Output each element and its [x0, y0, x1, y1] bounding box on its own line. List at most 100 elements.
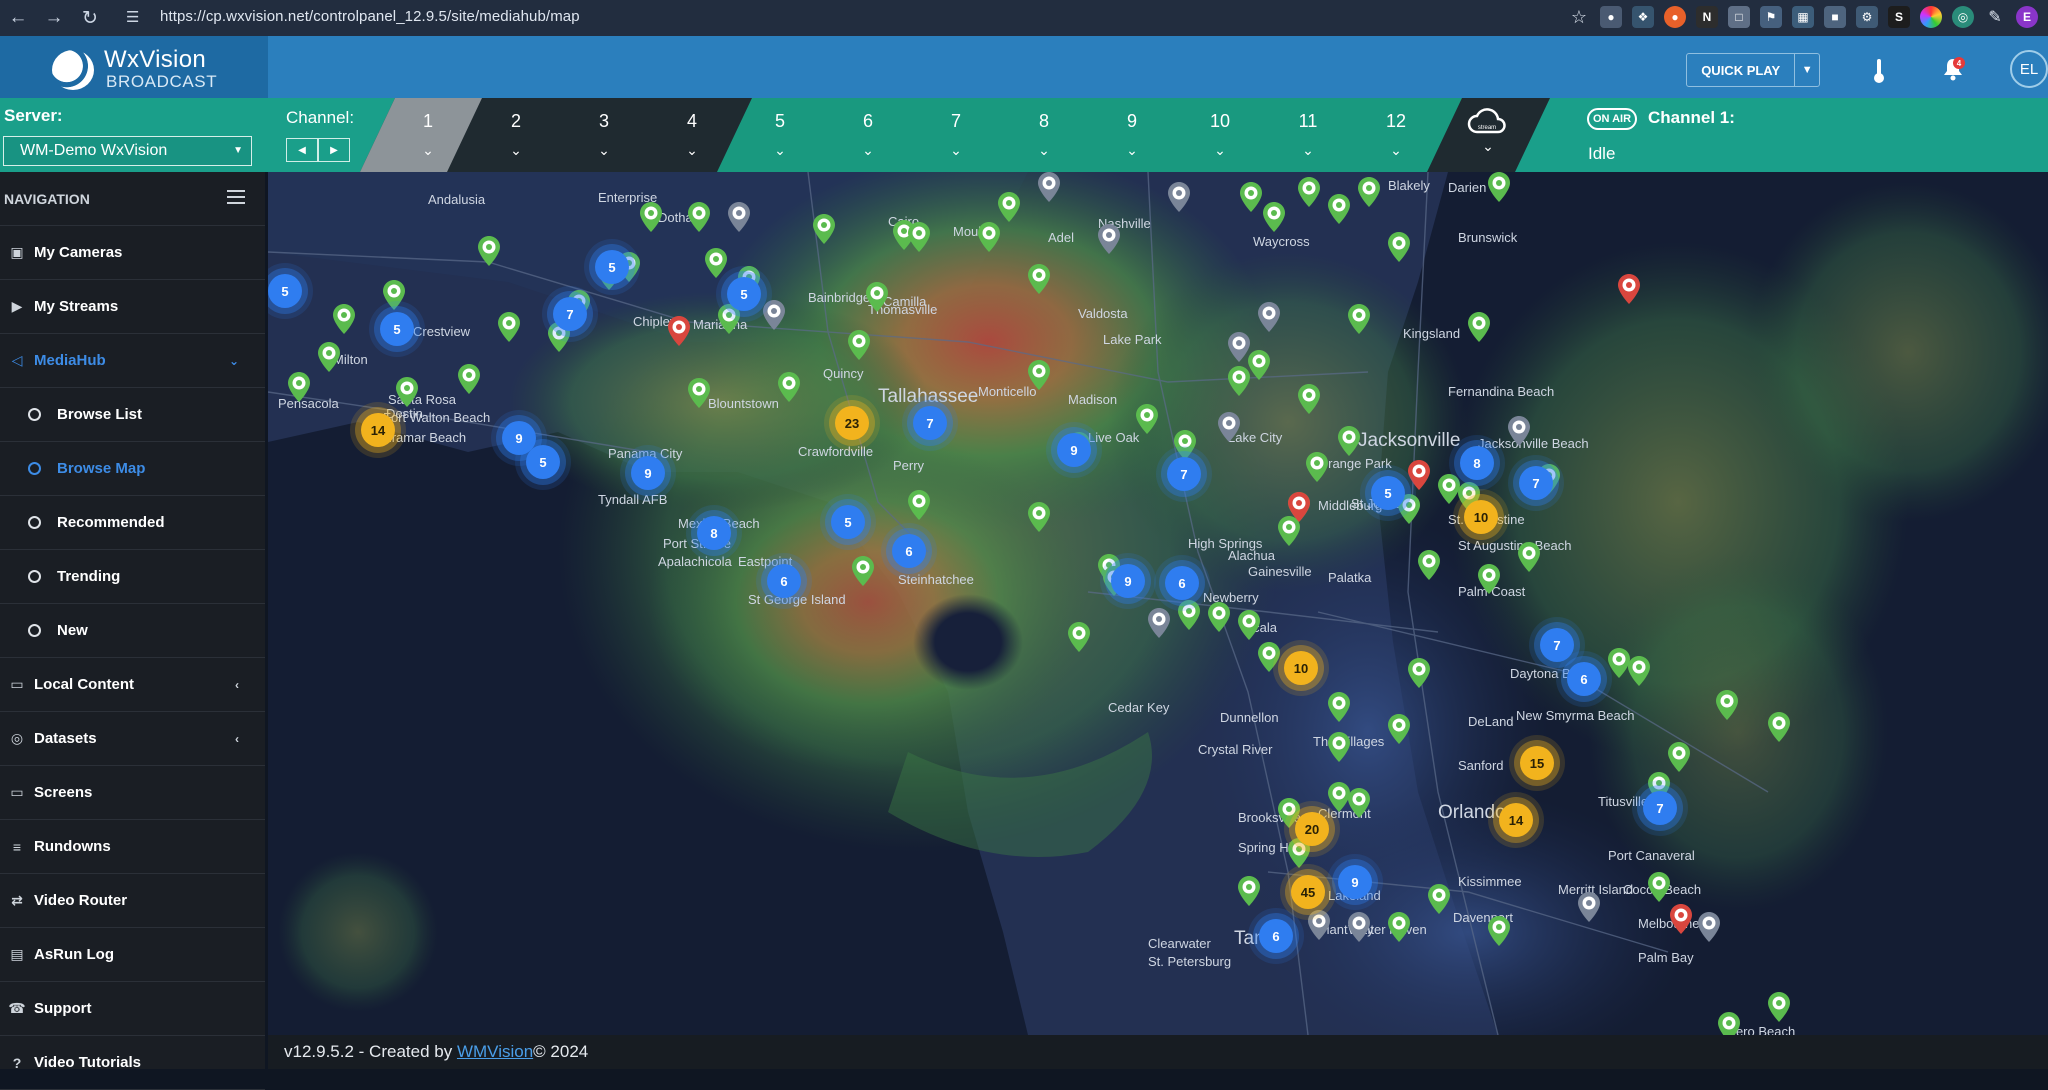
- channel-tab-8[interactable]: 8 ⌄: [1014, 98, 1074, 172]
- map-cluster[interactable]: 5: [1371, 476, 1405, 510]
- chevron-down-icon[interactable]: ⌄: [686, 142, 698, 159]
- map-cluster[interactable]: 5: [831, 505, 865, 539]
- camera-pin-icon[interactable]: [1718, 1012, 1740, 1035]
- map-cluster[interactable]: 6: [1567, 662, 1601, 696]
- map-cluster[interactable]: 7: [913, 406, 947, 440]
- sidebar-item-new[interactable]: New: [0, 604, 265, 658]
- map-cluster[interactable]: 6: [1259, 919, 1293, 953]
- notification-bell-icon[interactable]: 4: [1940, 56, 1966, 82]
- map-cluster[interactable]: 45: [1291, 875, 1325, 909]
- user-avatar[interactable]: EL: [2010, 50, 2048, 88]
- map-cluster[interactable]: 10: [1284, 651, 1318, 685]
- globe-extension-icon[interactable]: ◎: [1952, 6, 1974, 28]
- map-cluster[interactable]: 5: [727, 277, 761, 311]
- radar-map-canvas[interactable]: BlakelyAndalusiaEnterpriseDothanCairoMou…: [268, 172, 2048, 1035]
- map-cluster[interactable]: 15: [1520, 746, 1554, 780]
- channel-tab-2[interactable]: 2 ⌄: [486, 98, 546, 172]
- menu-icon[interactable]: [227, 190, 245, 204]
- channel-tab-5[interactable]: 5 ⌄: [750, 98, 810, 172]
- chevron-down-icon[interactable]: ⌄: [774, 142, 786, 159]
- sidebar-item-recommended[interactable]: Recommended: [0, 496, 265, 550]
- map-cluster[interactable]: 5: [595, 250, 629, 284]
- bookmark-star-icon[interactable]: ☆: [1568, 6, 1590, 28]
- forward-icon[interactable]: →: [36, 0, 72, 36]
- map-cluster[interactable]: 5: [380, 312, 414, 346]
- site-settings-icon[interactable]: ☰: [126, 8, 139, 26]
- channel-tab-7[interactable]: 7 ⌄: [926, 98, 986, 172]
- channel-tab-9[interactable]: 9 ⌄: [1102, 98, 1162, 172]
- sidebar-item-support[interactable]: ☎ Support: [0, 982, 265, 1036]
- media-map[interactable]: BlakelyAndalusiaEnterpriseDothanCairoMou…: [268, 172, 2048, 1035]
- s-extension-icon[interactable]: S: [1888, 6, 1910, 28]
- sidebar-item-browse-map[interactable]: Browse Map: [0, 442, 265, 496]
- chevron-down-icon[interactable]: ⌄: [598, 142, 610, 159]
- quick-play-button[interactable]: QUICK PLAY ▼: [1686, 53, 1820, 87]
- map-cluster[interactable]: 7: [1519, 466, 1553, 500]
- sidebar-item-my-streams[interactable]: ▶ My Streams: [0, 280, 265, 334]
- chevron-down-icon[interactable]: ⌄: [422, 142, 434, 159]
- map-cluster[interactable]: 14: [1499, 803, 1533, 837]
- gear-extension-icon[interactable]: ⚙: [1856, 6, 1878, 28]
- quick-play-label[interactable]: QUICK PLAY: [1687, 54, 1796, 86]
- profile-avatar[interactable]: E: [2016, 6, 2038, 28]
- map-cluster[interactable]: 7: [1540, 628, 1574, 662]
- sidebar-item-browse-list[interactable]: Browse List: [0, 388, 265, 442]
- sidebar-item-asrun-log[interactable]: ▤ AsRun Log: [0, 928, 265, 982]
- map-cluster[interactable]: 5: [526, 445, 560, 479]
- map-cluster[interactable]: 9: [1057, 433, 1091, 467]
- lock-extension-icon[interactable]: ■: [1824, 6, 1846, 28]
- sidebar-item-local-content[interactable]: ▭ Local Content ‹: [0, 658, 265, 712]
- map-cluster[interactable]: 6: [1165, 566, 1199, 600]
- channel-tab-3[interactable]: 3 ⌄: [574, 98, 634, 172]
- grid-extension-icon[interactable]: ▦: [1792, 6, 1814, 28]
- puzzle-extension-icon[interactable]: ❖: [1632, 6, 1654, 28]
- address-bar[interactable]: https://cp.wxvision.net/controlpanel_12.…: [160, 8, 580, 25]
- fox-extension-icon[interactable]: ●: [1664, 6, 1686, 28]
- map-cluster[interactable]: 23: [835, 406, 869, 440]
- map-cluster[interactable]: 7: [553, 297, 587, 331]
- map-cluster[interactable]: 14: [361, 413, 395, 447]
- thermometer-icon[interactable]: [1872, 58, 1886, 84]
- chevron-down-icon[interactable]: ⌄: [1214, 142, 1226, 159]
- camera-extension-icon[interactable]: ●: [1600, 6, 1622, 28]
- chevron-down-icon[interactable]: ⌄: [1302, 142, 1314, 159]
- chevron-down-icon[interactable]: ⌄: [1390, 142, 1402, 159]
- sidebar-item-my-cameras[interactable]: ▣ My Cameras: [0, 226, 265, 280]
- chevron-down-icon[interactable]: ⌄: [862, 142, 874, 159]
- sidebar-item-video-router[interactable]: ⇄ Video Router: [0, 874, 265, 928]
- sidebar-item-video-tutorials[interactable]: ? Video Tutorials: [0, 1036, 265, 1090]
- map-cluster[interactable]: 7: [1167, 457, 1201, 491]
- chevron-down-icon[interactable]: ⌄: [950, 142, 962, 159]
- channel-tab-6[interactable]: 6 ⌄: [838, 98, 898, 172]
- map-cluster[interactable]: 8: [697, 516, 731, 550]
- sidebar-item-rundowns[interactable]: ≡ Rundowns: [0, 820, 265, 874]
- map-cluster[interactable]: 6: [767, 564, 801, 598]
- map-cluster[interactable]: 20: [1295, 812, 1329, 846]
- sidebar-item-mediahub[interactable]: ◁ MediaHub ⌄: [0, 334, 265, 388]
- color-extension-icon[interactable]: [1920, 6, 1942, 28]
- sidebar-item-screens[interactable]: ▭ Screens: [0, 766, 265, 820]
- stream-dropdown[interactable]: ⌄: [1470, 130, 1506, 162]
- back-icon[interactable]: ←: [0, 0, 36, 36]
- map-cluster[interactable]: 9: [631, 456, 665, 490]
- calendar-extension-icon[interactable]: □: [1728, 6, 1750, 28]
- map-cluster[interactable]: 5: [268, 274, 302, 308]
- map-cluster[interactable]: 8: [1460, 446, 1494, 480]
- channel-tab-4[interactable]: 4 ⌄: [662, 98, 722, 172]
- chevron-down-icon[interactable]: ⌄: [510, 142, 522, 159]
- map-cluster[interactable]: 7: [1643, 791, 1677, 825]
- map-cluster[interactable]: 9: [1111, 564, 1145, 598]
- reload-icon[interactable]: ↻: [72, 0, 108, 36]
- map-cluster[interactable]: 9: [1338, 865, 1372, 899]
- wmvision-link[interactable]: WMVision: [457, 1042, 533, 1062]
- sidebar-item-trending[interactable]: Trending: [0, 550, 265, 604]
- chevron-down-icon[interactable]: ⌄: [1038, 142, 1050, 159]
- channel-tab-12[interactable]: 12 ⌄: [1366, 98, 1426, 172]
- channel-tab-1[interactable]: 1 ⌄: [398, 98, 458, 172]
- note-extension-icon[interactable]: N: [1696, 6, 1718, 28]
- sidebar-item-datasets[interactable]: ◎ Datasets ‹: [0, 712, 265, 766]
- chevron-down-icon[interactable]: ⌄: [1126, 142, 1138, 159]
- channel-tab-10[interactable]: 10 ⌄: [1190, 98, 1250, 172]
- map-cluster[interactable]: 6: [892, 534, 926, 568]
- flag-extension-icon[interactable]: ⚑: [1760, 6, 1782, 28]
